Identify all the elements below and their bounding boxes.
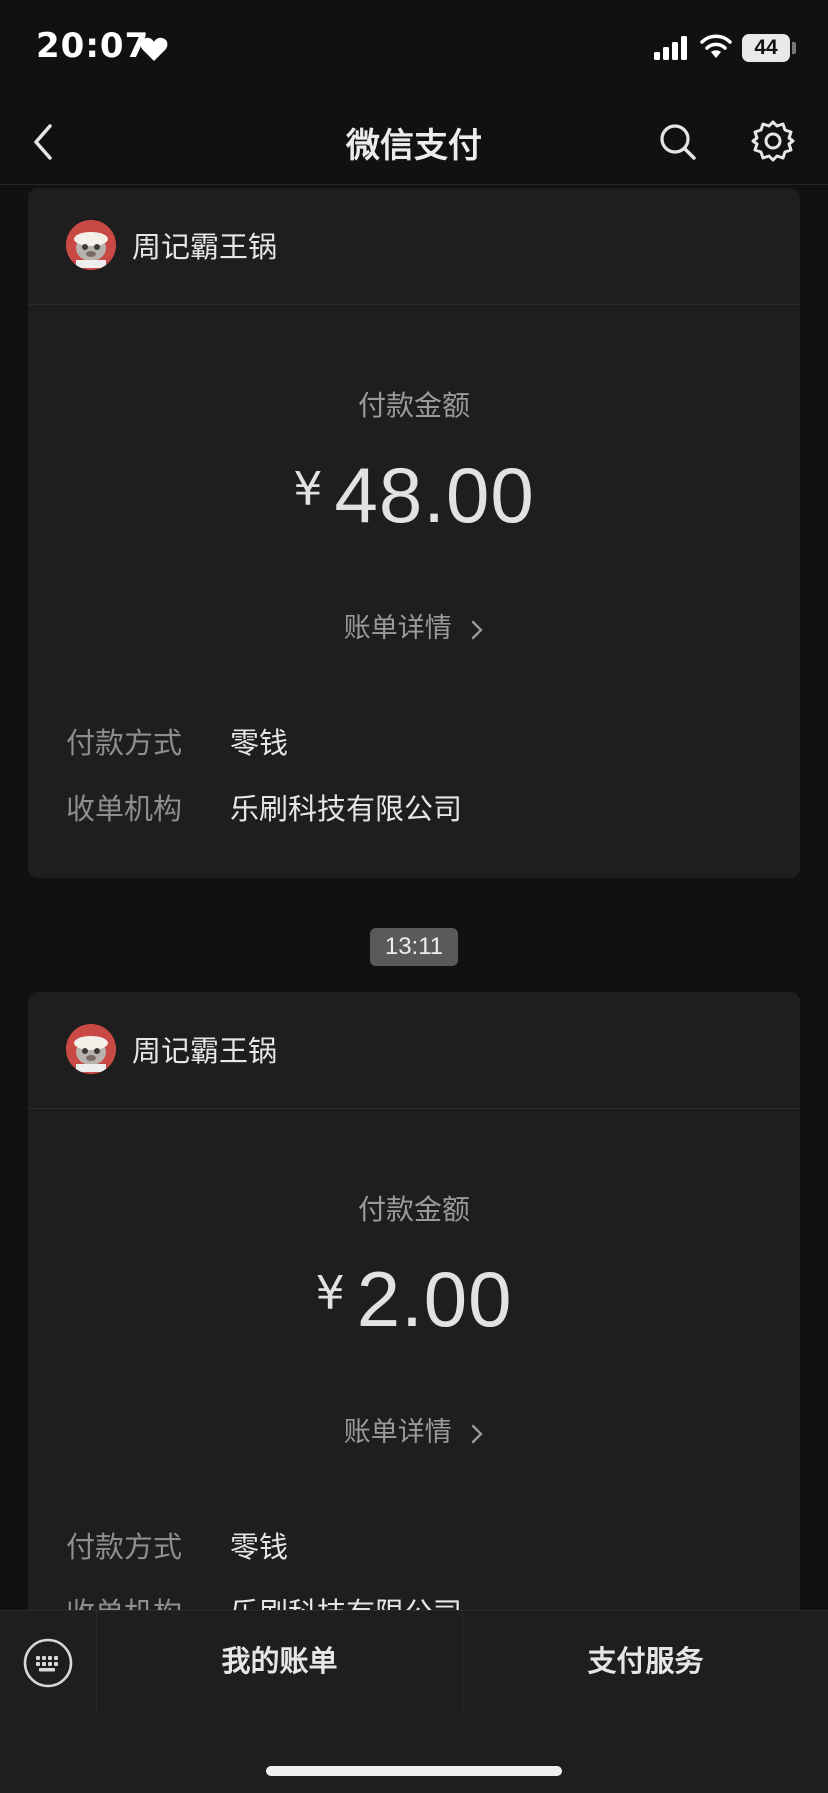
battery-indicator: 44 <box>742 34 790 62</box>
battery-tip <box>792 42 796 54</box>
amount-label: 付款金额 <box>357 389 470 422</box>
acquirer-value: 乐刷科技有限公司 <box>230 792 463 826</box>
message-timestamp: 13:11 <box>370 928 458 966</box>
payment-method-row: 付款方式 零钱 <box>66 1524 288 1566</box>
amount: ¥48.00 <box>28 450 800 541</box>
keyboard-icon <box>23 1638 73 1688</box>
home-indicator[interactable] <box>266 1766 562 1776</box>
card-header[interactable]: 周记霸王锅 <box>28 188 800 305</box>
bill-details-link[interactable]: 账单详情 <box>28 606 800 645</box>
amount: ¥2.00 <box>28 1254 800 1345</box>
payment-method-label: 付款方式 <box>66 726 183 760</box>
payment-card[interactable]: 周记霸王锅 付款金额 ¥2.00 账单详情 付款方式零钱 收单机构乐刷科技有限公… <box>28 992 800 1682</box>
bill-details-label: 账单详情 <box>343 1417 452 1448</box>
chevron-right-icon <box>472 1424 483 1443</box>
signal-icon <box>654 36 687 60</box>
payment-method-row: 付款方式 零钱 <box>66 720 288 762</box>
settings-icon[interactable] <box>750 118 796 164</box>
card-header[interactable]: 周记霸王锅 <box>28 992 800 1109</box>
merchant-logo-icon <box>66 1024 116 1074</box>
amount-label: 付款金额 <box>357 1193 470 1226</box>
merchant-name: 周记霸王锅 <box>132 1034 278 1068</box>
nav-bar: 微信支付 <box>0 100 828 185</box>
chevron-right-icon <box>472 620 483 639</box>
payment-method-value: 零钱 <box>230 1530 289 1564</box>
keyboard-toggle-button[interactable] <box>0 1611 97 1711</box>
heart-icon <box>140 37 168 61</box>
search-icon[interactable] <box>656 120 700 164</box>
pay-service-button[interactable]: 支付服务 <box>463 1611 828 1711</box>
page-title: 微信支付 <box>346 126 482 166</box>
status-time: 20:07 <box>36 26 150 66</box>
merchant-avatar <box>66 1024 116 1074</box>
acquirer-label: 收单机构 <box>66 792 183 826</box>
bill-details-link[interactable]: 账单详情 <box>28 1410 800 1449</box>
merchant-avatar <box>66 220 116 270</box>
payment-method-label: 付款方式 <box>66 1530 183 1564</box>
merchant-logo-icon <box>66 220 116 270</box>
payment-method-value: 零钱 <box>230 726 289 760</box>
amount-value: 48.00 <box>334 451 535 539</box>
merchant-name: 周记霸王锅 <box>132 230 278 264</box>
amount-value: 2.00 <box>356 1255 513 1343</box>
currency-symbol: ¥ <box>315 1266 345 1320</box>
payment-card[interactable]: 周记霸王锅 付款金额 ¥48.00 账单详情 付款方式 零钱 收单机构 乐刷科技有限… <box>28 188 800 878</box>
bill-details-label: 账单详情 <box>343 613 452 644</box>
my-bill-button[interactable]: 我的账单 <box>97 1611 462 1711</box>
status-bar: 20:07 44 <box>0 0 828 100</box>
acquirer-row: 收单机构 乐刷科技有限公司 <box>66 786 462 828</box>
wifi-icon <box>700 34 732 58</box>
currency-symbol: ¥ <box>293 462 323 516</box>
